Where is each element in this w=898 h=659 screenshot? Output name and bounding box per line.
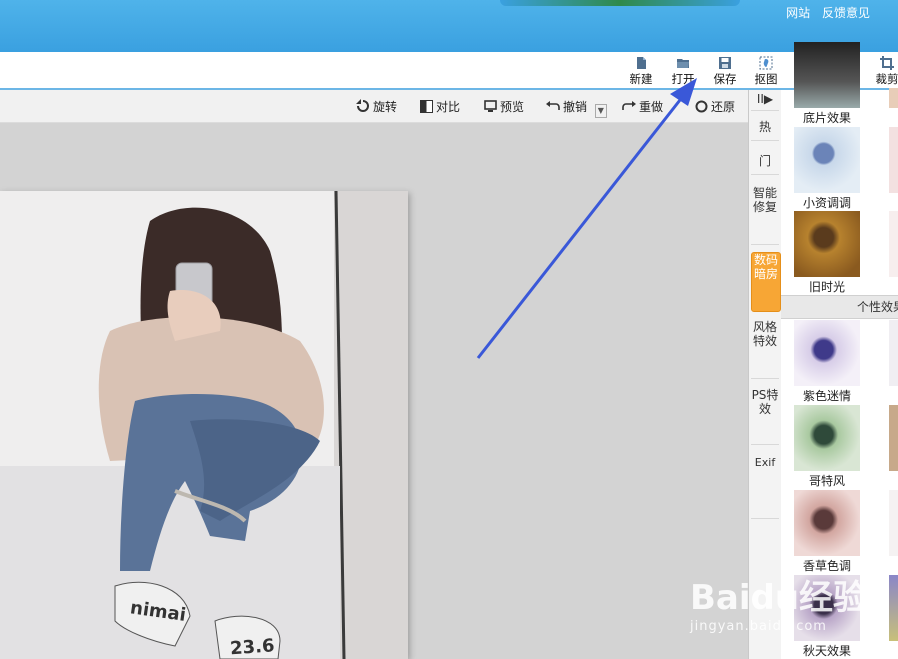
effect-label: 紫色迷情	[802, 389, 851, 403]
save-label: 保存	[713, 72, 737, 86]
effect-vanilla[interactable]: 香草色调	[794, 490, 860, 574]
effect-label: 小资调调	[802, 196, 851, 210]
collapse-panel-button[interactable]: II▶	[751, 92, 779, 111]
tab-exif[interactable]: Exif	[751, 456, 779, 519]
open-label: 打开	[671, 72, 695, 86]
svg-text:23.6: 23.6	[229, 635, 275, 659]
main-toolbar: 新建 打开 保存 抠图 批量 涂鸦 裁剪	[0, 52, 898, 90]
title-bar: 网站 反馈意见	[0, 0, 898, 52]
title-decoration	[500, 0, 740, 6]
image-canvas[interactable]: nimai 23.6	[0, 123, 748, 659]
undo-button[interactable]: 撤销 ▼	[546, 98, 607, 118]
effect-label: 旧时光	[808, 280, 845, 294]
restore-icon	[695, 100, 708, 113]
new-label: 新建	[629, 72, 653, 86]
cutout-icon	[759, 56, 773, 70]
website-link[interactable]: 网站	[786, 6, 810, 20]
edge-thumbnail	[889, 575, 898, 641]
effect-thumbnail	[794, 405, 860, 471]
effect-thumbnail	[794, 211, 860, 277]
undo-dropdown-icon[interactable]: ▼	[594, 104, 607, 118]
rotate-label: 旋转	[373, 100, 398, 114]
redo-icon	[622, 101, 636, 110]
edge-thumbnail	[889, 490, 898, 556]
edited-photo: nimai 23.6	[0, 191, 408, 659]
save-button[interactable]: 保存	[706, 56, 744, 87]
crop-icon	[880, 56, 894, 70]
personal-effects-header: 个性效果	[781, 295, 898, 319]
undo-icon	[546, 101, 560, 110]
feedback-link[interactable]: 反馈意见	[822, 6, 870, 20]
edge-thumbnail	[889, 320, 898, 386]
cutout-button[interactable]: 抠图	[747, 56, 785, 87]
effect-negative[interactable]: 底片效果	[794, 42, 860, 126]
effect-thumbnail	[794, 42, 860, 108]
undo-label: 撤销	[563, 100, 588, 114]
effect-petty-bourgeois[interactable]: 小资调调	[794, 127, 860, 211]
rotate-icon	[356, 99, 369, 112]
watermark-url: jingyan.baidu.com	[690, 619, 827, 634]
redo-label: 重做	[639, 100, 664, 114]
preview-icon	[484, 100, 497, 112]
edit-toolbar: 旋转 对比 预览 撤销 ▼ 重做 还原	[0, 90, 748, 123]
edge-thumbnail	[889, 211, 898, 277]
tab-digital-darkroom[interactable]: 数码暗房	[751, 252, 781, 312]
save-icon	[719, 57, 731, 69]
tab-door[interactable]: 门	[751, 154, 779, 175]
effect-label: 秋天效果	[802, 644, 851, 658]
cutout-label: 抠图	[754, 72, 778, 86]
effect-old-times[interactable]: 旧时光	[794, 211, 860, 295]
crop-label: 裁剪	[875, 72, 898, 86]
rotate-button[interactable]: 旋转	[356, 98, 397, 115]
new-button[interactable]: 新建	[622, 56, 660, 87]
preview-button[interactable]: 预览	[484, 98, 524, 115]
compare-label: 对比	[436, 100, 461, 114]
watermark-brand: Baidu经验	[690, 578, 868, 618]
tab-smart-repair[interactable]: 智能修复	[751, 186, 779, 245]
compare-button[interactable]: 对比	[420, 98, 460, 115]
restore-label: 还原	[711, 100, 736, 114]
folder-open-icon	[677, 59, 689, 68]
effect-thumbnail	[794, 320, 860, 386]
photo-image: nimai 23.6	[0, 191, 408, 659]
tab-ps-effects[interactable]: PS特效	[751, 388, 779, 445]
preview-label: 预览	[500, 100, 525, 114]
new-file-icon	[637, 57, 646, 69]
tab-style-effects[interactable]: 风格特效	[751, 320, 779, 379]
edge-thumbnail	[889, 405, 898, 471]
effect-label: 底片效果	[802, 111, 851, 125]
effect-gothic[interactable]: 哥特风	[794, 405, 860, 489]
effect-thumbnail	[794, 127, 860, 193]
restore-button[interactable]: 还原	[695, 98, 735, 115]
edge-thumbnail	[889, 88, 898, 108]
compare-icon	[420, 100, 433, 113]
redo-button[interactable]: 重做	[622, 98, 663, 115]
title-links: 网站 反馈意见	[778, 4, 870, 21]
effect-purple-fantasy[interactable]: 紫色迷情	[794, 320, 860, 404]
tab-hot[interactable]: 热	[751, 120, 779, 141]
baidu-watermark: Baidu经验 jingyan.baidu.com	[690, 570, 867, 634]
crop-button[interactable]: 裁剪	[868, 56, 898, 87]
edge-thumbnail	[889, 127, 898, 193]
effect-label: 哥特风	[808, 474, 845, 488]
effect-thumbnail	[794, 490, 860, 556]
open-button[interactable]: 打开	[664, 56, 702, 87]
